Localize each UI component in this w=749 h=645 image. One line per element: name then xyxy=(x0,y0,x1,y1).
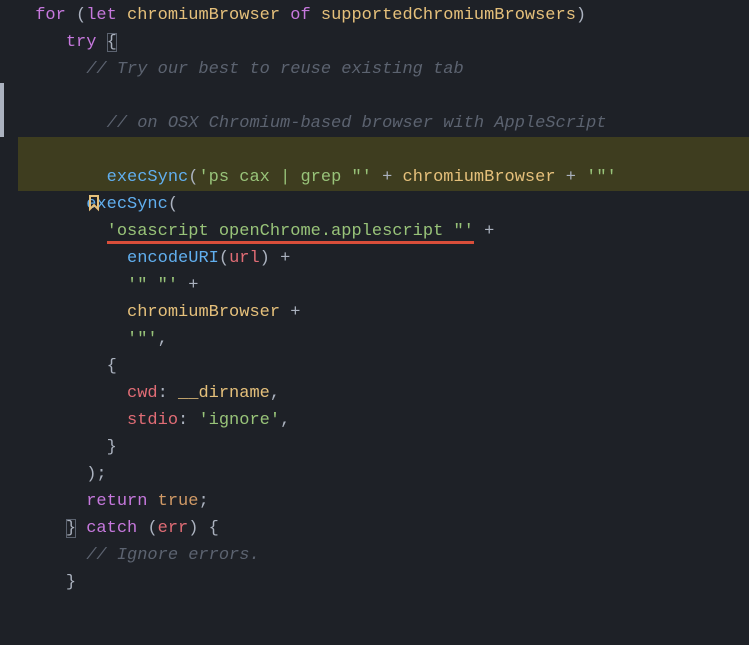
comment: // Ignore errors. xyxy=(86,546,259,565)
string-literal-underlined: 'osascript openChrome.applescript "' xyxy=(107,222,474,241)
variable: chromiumBrowser xyxy=(127,6,280,25)
string-literal: 'ps cax | grep "' xyxy=(198,168,371,187)
string-literal: 'ignore' xyxy=(198,411,280,430)
code-line: return true; xyxy=(0,488,749,515)
keyword-return: return xyxy=(86,492,147,511)
code-line: execSync( xyxy=(0,191,749,218)
bookmark-icon[interactable] xyxy=(86,140,104,158)
brace: } xyxy=(107,438,117,457)
keyword-for: for xyxy=(35,6,66,25)
brace: } xyxy=(66,519,76,538)
keyword-try: try xyxy=(66,33,97,52)
code-line: cwd: __dirname, xyxy=(0,380,749,407)
brace: { xyxy=(107,357,117,376)
brace: { xyxy=(107,33,117,52)
code-line: stdio: 'ignore', xyxy=(0,407,749,434)
comment: // on OSX Chromium-based browser with Ap… xyxy=(107,114,607,133)
variable: supportedChromiumBrowsers xyxy=(321,6,576,25)
code-line: 'osascript openChrome.applescript "' + xyxy=(0,218,749,245)
code-line: encodeURI(url) + xyxy=(0,245,749,272)
cursor-indicator xyxy=(0,83,4,137)
code-line: ); xyxy=(0,461,749,488)
variable: chromiumBrowser xyxy=(127,303,280,322)
code-line: '" "' + xyxy=(0,272,749,299)
code-line: // Ignore errors. xyxy=(0,542,749,569)
variable: __dirname xyxy=(178,384,270,403)
code-line: for (let chromiumBrowser of supportedChr… xyxy=(0,2,749,29)
boolean: true xyxy=(158,492,199,511)
code-line: try { xyxy=(0,29,749,56)
string-literal: '"' xyxy=(127,330,158,349)
variable: chromiumBrowser xyxy=(403,168,556,187)
property: cwd xyxy=(127,384,158,403)
string-literal: '" "' xyxy=(127,276,178,295)
code-line: '"', xyxy=(0,326,749,353)
code-line-highlighted: execSync('ps cax | grep "' + chromiumBro… xyxy=(0,137,749,191)
code-line: // Try our best to reuse existing tab xyxy=(0,56,749,83)
property: stdio xyxy=(127,411,178,430)
keyword-let: let xyxy=(86,6,117,25)
brace: { xyxy=(209,519,219,538)
parameter: url xyxy=(229,249,260,268)
code-line: } xyxy=(0,434,749,461)
function-call: encodeURI xyxy=(127,249,219,268)
code-line: // on OSX Chromium-based browser with Ap… xyxy=(0,83,749,137)
keyword-catch: catch xyxy=(86,519,137,538)
code-line: } catch (err) { xyxy=(0,515,749,542)
keyword-of: of xyxy=(290,6,310,25)
parameter: err xyxy=(158,519,189,538)
code-line: chromiumBrowser + xyxy=(0,299,749,326)
string-literal: '"' xyxy=(586,168,617,187)
brace: } xyxy=(66,573,76,592)
code-line: { xyxy=(0,353,749,380)
comment: // Try our best to reuse existing tab xyxy=(86,60,463,79)
code-line: } xyxy=(0,569,749,596)
